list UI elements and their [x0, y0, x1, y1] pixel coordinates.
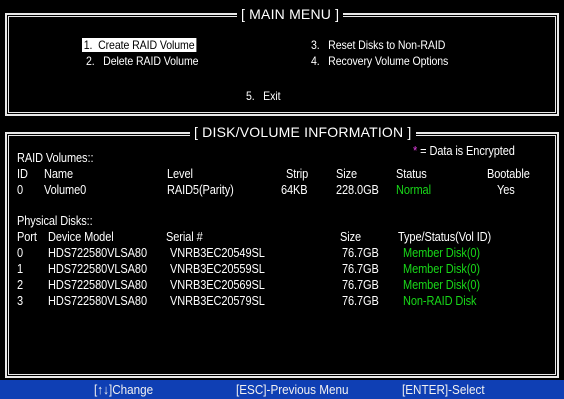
col-header-name: Name: [44, 167, 73, 181]
menu-item-label: Exit: [263, 89, 281, 103]
volume-strip: 64KB: [281, 183, 308, 197]
physical-disks-heading: Physical Disks::: [17, 214, 93, 228]
menu-item-label: Recovery Volume Options: [328, 54, 449, 68]
col-header-device-model: Device Model: [48, 230, 114, 244]
disk-serial: VNRB3EC20549SL: [170, 246, 265, 260]
main-menu-title: [ MAIN MENU ]: [237, 6, 344, 22]
volume-bootable: Yes: [497, 183, 515, 197]
col-header-strip: Strip: [286, 167, 309, 181]
col-header-id: ID: [17, 167, 28, 181]
disk-type-status: Member Disk(0): [403, 246, 480, 260]
encrypted-note: = Data is Encrypted: [420, 144, 515, 158]
volume-size: 228.0GB: [336, 183, 379, 197]
col-header-port: Port: [17, 230, 37, 244]
disk-model: HDS722580VLSA80: [48, 262, 147, 276]
raid-volumes-heading: RAID Volumes::: [17, 151, 94, 165]
disk-size: 76.7GB: [342, 294, 379, 308]
disk-type-status: Non-RAID Disk: [403, 294, 477, 308]
footer-change-hint: [↑↓]Change: [94, 382, 154, 397]
menu-item-number: 5.: [246, 89, 255, 103]
menu-item-delete-raid-volume[interactable]: 2. Delete RAID Volume: [86, 54, 199, 68]
disk-model: HDS722580VLSA80: [48, 294, 147, 308]
disk-type-status: Member Disk(0): [403, 278, 480, 292]
footer-previous-hint: [ESC]-Previous Menu: [236, 382, 349, 397]
disk-model: HDS722580VLSA80: [48, 278, 147, 292]
col-header-status: Status: [396, 167, 427, 181]
col-header-type-status: Type/Status(Vol ID): [398, 230, 492, 244]
disk-serial: VNRB3EC20559SL: [170, 262, 265, 276]
disk-serial: VNRB3EC20569SL: [170, 278, 265, 292]
footer-bar: [↑↓]Change [ESC]-Previous Menu [ENTER]-S…: [0, 380, 564, 399]
menu-item-reset-disks[interactable]: 3. Reset Disks to Non-RAID: [311, 38, 445, 52]
menu-item-recovery-volume-options[interactable]: 4. Recovery Volume Options: [311, 54, 448, 68]
disk-type-status: Member Disk(0): [403, 262, 480, 276]
disk-serial: VNRB3EC20579SL: [170, 294, 265, 308]
menu-item-label: Reset Disks to Non-RAID: [328, 38, 446, 52]
volume-status: Normal: [396, 183, 431, 197]
col-header-serial: Serial #: [166, 230, 203, 244]
footer-select-hint: [ENTER]-Select: [402, 382, 485, 397]
volume-id: 0: [17, 183, 24, 197]
menu-item-exit[interactable]: 5. Exit: [246, 89, 281, 103]
disk-port: 3: [17, 294, 24, 308]
menu-item-number: 3.: [311, 38, 320, 52]
menu-item-number: 1.: [83, 38, 93, 52]
menu-item-create-raid-volume[interactable]: 1. Create RAID Volume: [82, 38, 197, 52]
menu-item-number: 2.: [86, 54, 95, 68]
col-header-level: Level: [167, 167, 193, 181]
disk-port: 1: [17, 262, 24, 276]
encrypted-star-icon: *: [413, 144, 418, 158]
disk-size: 76.7GB: [342, 262, 379, 276]
disk-port: 2: [17, 278, 24, 292]
disk-size: 76.7GB: [342, 246, 379, 260]
volume-name: Volume0: [44, 183, 87, 197]
disk-size: 76.7GB: [342, 278, 379, 292]
encrypted-legend: * = Data is Encrypted: [413, 144, 515, 158]
col-header-disk-size: Size: [340, 230, 362, 244]
menu-item-number: 4.: [311, 54, 320, 68]
menu-item-label: Create RAID Volume: [98, 38, 195, 52]
volume-level: RAID5(Parity): [167, 183, 234, 197]
info-panel-title: [ DISK/VOLUME INFORMATION ]: [190, 124, 416, 140]
menu-item-label: Delete RAID Volume: [103, 54, 199, 68]
disk-model: HDS722580VLSA80: [48, 246, 147, 260]
col-header-size: Size: [336, 167, 358, 181]
disk-port: 0: [17, 246, 24, 260]
col-header-bootable: Bootable: [487, 167, 530, 181]
